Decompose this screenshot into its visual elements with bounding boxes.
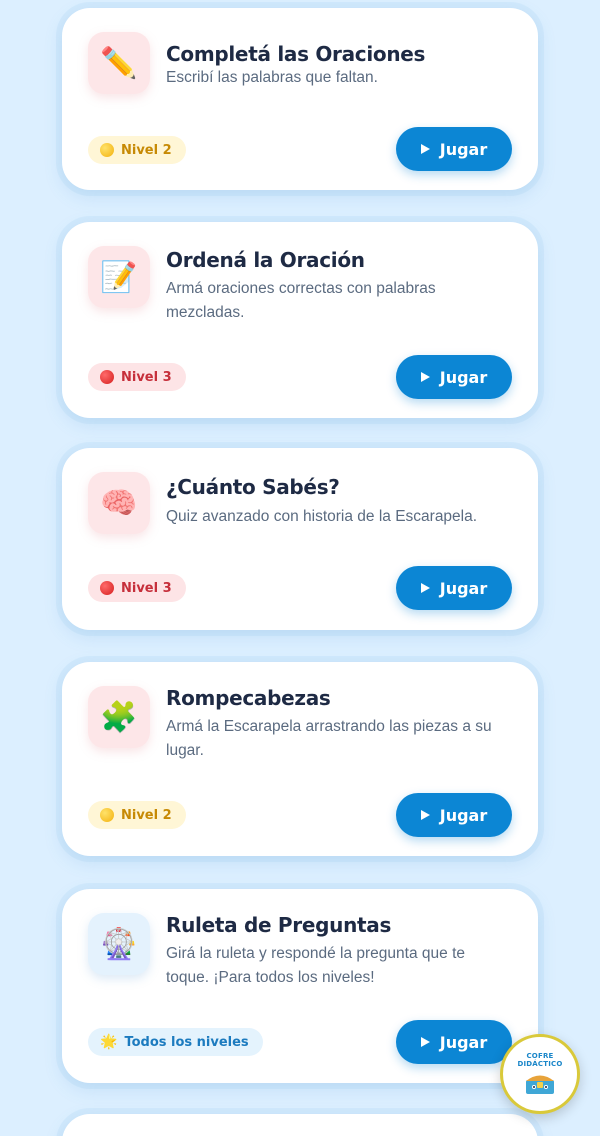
- activity-card-complete-sentences[interactable]: ✏️ Completá las Oraciones Escribí las pa…: [62, 8, 538, 190]
- play-icon: [420, 1037, 430, 1047]
- level-label: Nivel 2: [121, 807, 172, 823]
- cofre-didactico-button[interactable]: COFRE DIDÁCTICO: [500, 1034, 580, 1114]
- ferris-wheel-icon: 🎡: [88, 913, 150, 975]
- play-button-label: Jugar: [439, 578, 488, 598]
- play-button[interactable]: Jugar: [396, 1020, 512, 1064]
- activity-card-next[interactable]: [62, 1114, 538, 1136]
- brain-icon: 🧠: [88, 472, 150, 534]
- level-badge: Nivel 2: [88, 136, 186, 164]
- play-icon: [420, 583, 430, 593]
- pencil-icon: ✏️: [88, 32, 150, 94]
- star-icon: 🌟: [100, 1034, 118, 1050]
- activity-card-puzzle[interactable]: 🧩 Rompecabezas Armá la Escarapela arrast…: [62, 662, 538, 856]
- level-badge: Nivel 3: [88, 574, 186, 602]
- level-label: Todos los niveles: [124, 1034, 249, 1050]
- card-description: Armá oraciones correctas con palabras me…: [166, 280, 436, 321]
- card-title: Rompecabezas: [166, 686, 331, 710]
- activity-card-quiz[interactable]: 🧠 ¿Cuánto Sabés? Quiz avanzado con histo…: [62, 448, 538, 630]
- activity-card-order-sentence[interactable]: 📝 Ordená la Oración Armá oraciones corre…: [62, 222, 538, 418]
- badge-line-2: DIDÁCTICO: [517, 1060, 563, 1068]
- memo-icon: 📝: [88, 246, 150, 308]
- play-button-label: Jugar: [439, 1032, 488, 1052]
- play-button[interactable]: Jugar: [396, 793, 512, 837]
- level-badge: 🌟 Todos los niveles: [88, 1028, 263, 1056]
- play-button[interactable]: Jugar: [396, 355, 512, 399]
- yellow-dot-icon: [100, 808, 114, 822]
- level-label: Nivel 3: [121, 580, 172, 596]
- red-dot-icon: [100, 370, 114, 384]
- play-button-label: Jugar: [439, 367, 488, 387]
- play-icon: [420, 810, 430, 820]
- play-button[interactable]: Jugar: [396, 566, 512, 610]
- play-button-label: Jugar: [439, 139, 488, 159]
- card-description: Girá la ruleta y respondé la pregunta qu…: [166, 945, 465, 986]
- level-badge: Nivel 3: [88, 363, 186, 391]
- level-label: Nivel 2: [121, 142, 172, 158]
- card-title: Completá las Oraciones: [166, 42, 426, 66]
- treasure-chest-icon: [526, 1075, 554, 1094]
- yellow-dot-icon: [100, 143, 114, 157]
- card-description: Quiz avanzado con historia de la Escarap…: [166, 508, 478, 525]
- activity-list-page: ✏️ Completá las Oraciones Escribí las pa…: [0, 0, 600, 1136]
- card-title: ¿Cuánto Sabés?: [166, 475, 340, 499]
- level-label: Nivel 3: [121, 369, 172, 385]
- badge-line-1: COFRE: [526, 1052, 554, 1060]
- red-dot-icon: [100, 581, 114, 595]
- card-description: Escribí las palabras que faltan.: [166, 69, 378, 86]
- level-badge: Nivel 2: [88, 801, 186, 829]
- play-icon: [420, 372, 430, 382]
- card-title: Ordená la Oración: [166, 248, 365, 272]
- activity-card-roulette[interactable]: 🎡 Ruleta de Preguntas Girá la ruleta y r…: [62, 889, 538, 1083]
- play-button[interactable]: Jugar: [396, 127, 512, 171]
- card-title: Ruleta de Preguntas: [166, 913, 392, 937]
- play-icon: [420, 144, 430, 154]
- card-description: Armá la Escarapela arrastrando las pieza…: [166, 718, 492, 759]
- play-button-label: Jugar: [439, 805, 488, 825]
- puzzle-icon: 🧩: [88, 686, 150, 748]
